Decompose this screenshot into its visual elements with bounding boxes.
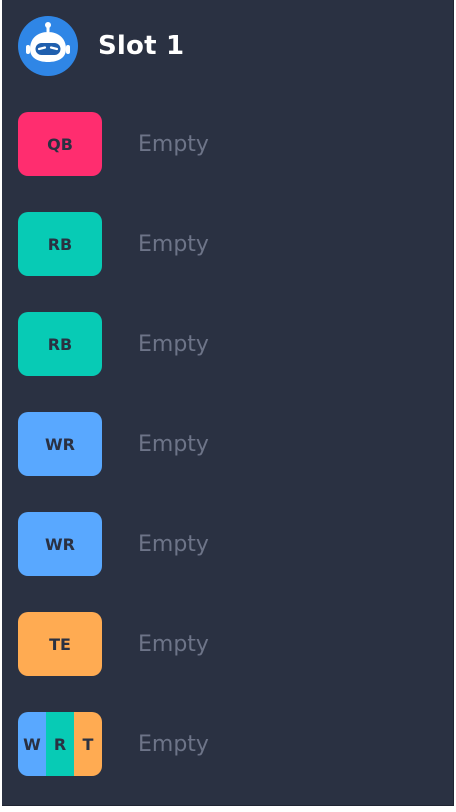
slot-status: Empty xyxy=(138,631,209,657)
lineup-panel: Slot 1 QB Empty RB Empty RB Empty WR Emp… xyxy=(2,0,454,806)
position-label: QB xyxy=(47,134,73,154)
position-badge-rb: RB xyxy=(18,212,102,276)
slot-status: Empty xyxy=(138,131,209,157)
roster-row-te[interactable]: TE Empty xyxy=(18,612,209,676)
position-label: WR xyxy=(45,434,75,454)
slot-status: Empty xyxy=(138,431,209,457)
roster-row-flex[interactable]: W R T Empty xyxy=(18,712,209,776)
position-badge-rb: RB xyxy=(18,312,102,376)
flex-segment-w: W xyxy=(18,712,46,776)
position-label: WR xyxy=(45,534,75,554)
slot-title: Slot 1 xyxy=(98,31,185,61)
slot-status: Empty xyxy=(138,731,209,757)
flex-segment-t: T xyxy=(74,712,102,776)
position-badge-wr: WR xyxy=(18,512,102,576)
roster-row-rb[interactable]: RB Empty xyxy=(18,212,209,276)
position-badge-wr: WR xyxy=(18,412,102,476)
roster-list: QB Empty RB Empty RB Empty WR Empty WR E… xyxy=(18,112,209,812)
slot-status: Empty xyxy=(138,531,209,557)
position-label: RB xyxy=(47,234,73,254)
position-label: RB xyxy=(47,334,73,354)
slot-header: Slot 1 xyxy=(18,15,184,77)
roster-row-wr[interactable]: WR Empty xyxy=(18,512,209,576)
position-label: TE xyxy=(49,634,71,654)
roster-row-rb[interactable]: RB Empty xyxy=(18,312,209,376)
robot-icon xyxy=(18,16,78,76)
roster-row-qb[interactable]: QB Empty xyxy=(18,112,209,176)
slot-status: Empty xyxy=(138,331,209,357)
slot-status: Empty xyxy=(138,231,209,257)
roster-row-wr[interactable]: WR Empty xyxy=(18,412,209,476)
flex-segment-r: R xyxy=(46,712,74,776)
position-badge-te: TE xyxy=(18,612,102,676)
position-badge-qb: QB xyxy=(18,112,102,176)
position-badge-flex: W R T xyxy=(18,712,102,776)
